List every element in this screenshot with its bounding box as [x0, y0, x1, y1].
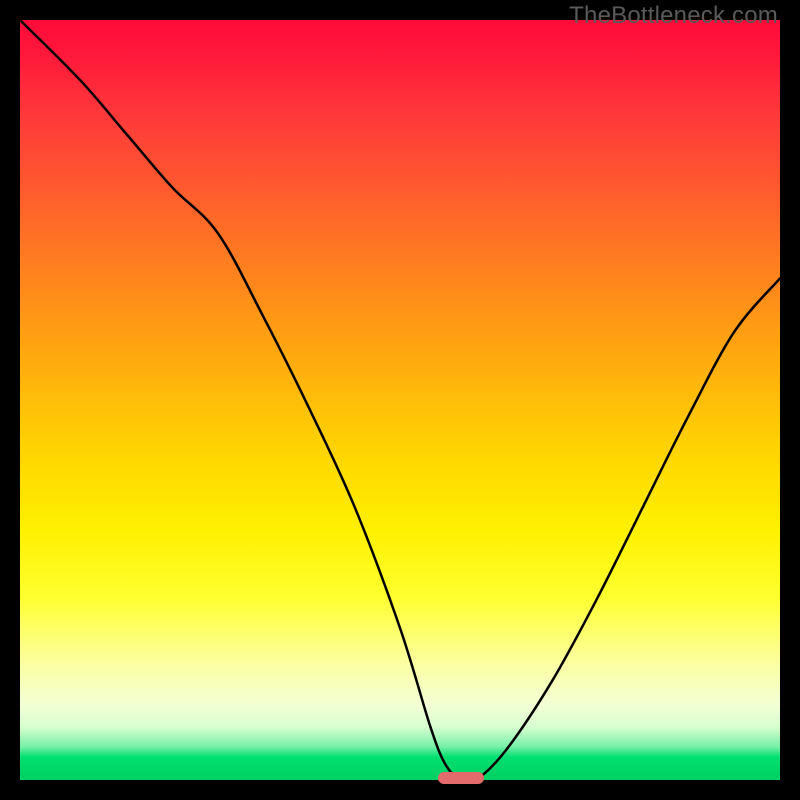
- bottleneck-curve: [20, 20, 780, 780]
- plot-area: [20, 20, 780, 780]
- optimal-marker: [438, 772, 484, 784]
- watermark-text: TheBottleneck.com: [569, 2, 778, 30]
- chart-container: TheBottleneck.com: [0, 0, 800, 800]
